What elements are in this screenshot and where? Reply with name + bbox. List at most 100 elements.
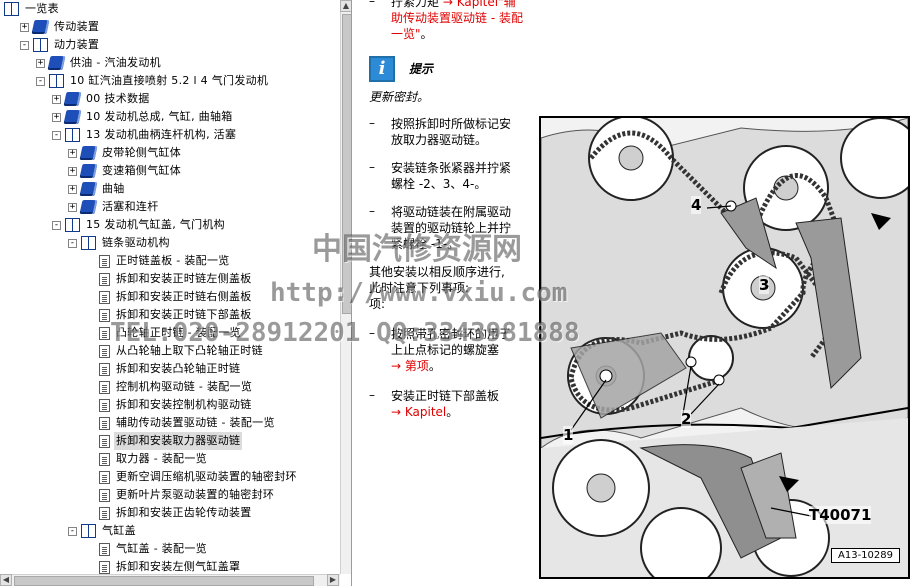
collapse-icon[interactable]: -	[52, 130, 61, 140]
expand-icon[interactable]: +	[68, 166, 77, 176]
expand-icon[interactable]: +	[52, 94, 61, 104]
document-page-icon	[99, 542, 110, 556]
tree-item[interactable]: 拆卸和安装控制机构驱动链	[84, 396, 254, 414]
collapse-icon[interactable]: -	[68, 238, 77, 248]
tree-item[interactable]: +00 技术数据	[52, 90, 152, 108]
scroll-up-arrow-icon[interactable]: ▲	[340, 0, 351, 12]
tree-item[interactable]: 从凸轮轴上取下凸轮轴正时链	[84, 342, 265, 360]
tree-item-label: 拆卸和安装正时链左侧盖板	[116, 272, 252, 285]
other-text-line1: 其他安装以相反顺序进行,	[369, 265, 505, 279]
closed-book-icon	[63, 92, 82, 106]
expand-icon[interactable]: +	[68, 202, 77, 212]
info-icon: i	[369, 56, 395, 82]
step-4-line2: 上止点标记的螺旋塞	[391, 343, 500, 357]
tree-item[interactable]: 拆卸和安装取力器驱动链	[84, 432, 243, 450]
tree-vertical-scrollbar[interactable]: ▲	[340, 0, 351, 574]
tree-item[interactable]: - 链条驱动机构	[68, 234, 172, 252]
document-page-icon	[99, 560, 110, 574]
tip-body: 更新密封。	[369, 90, 430, 104]
tree-item[interactable]: 更新空调压缩机驱动装置的轴密封环	[84, 468, 299, 486]
expand-icon[interactable]: +	[36, 58, 45, 68]
step-4-end: 。	[428, 359, 441, 373]
intro-link-line3-wrap: 一览"。	[391, 26, 433, 42]
open-book-icon	[81, 236, 96, 250]
tree-item-label: 控制机构驱动链 - 装配一览	[116, 380, 253, 393]
bullet-icon: –	[369, 204, 375, 218]
callout-2: 2	[681, 410, 692, 428]
step-2-line1: 安装链条张紧器并拧紧	[391, 161, 512, 175]
tree-item[interactable]: + 变速箱侧气缸体	[68, 162, 183, 180]
tree-item-label: 一览表	[25, 2, 59, 15]
collapse-icon[interactable]: -	[68, 526, 77, 536]
expand-icon[interactable]: +	[68, 148, 77, 158]
other-text-line3: 项:	[369, 297, 386, 311]
tree-item[interactable]: + 曲轴	[68, 180, 127, 198]
bullet-icon: –	[369, 0, 375, 8]
open-book-icon	[4, 2, 19, 16]
step-4-link[interactable]: → 第项	[391, 359, 429, 373]
tree-item[interactable]: 拆卸和安装正时链左侧盖板	[84, 270, 254, 288]
tree-item[interactable]: + 皮带轮侧气缸体	[68, 144, 183, 162]
scroll-right-arrow-icon[interactable]: ▶	[327, 574, 339, 586]
document-page-icon	[99, 308, 110, 322]
tree-item[interactable]: 更新叶片泵驱动装置的轴密封环	[84, 486, 276, 504]
step-5-link[interactable]: → Kapitel	[391, 405, 446, 419]
expand-icon[interactable]: +	[52, 112, 61, 122]
tree-item[interactable]: 凸轮轴正时链 - 装配一览	[84, 324, 243, 342]
document-page-icon	[99, 362, 110, 376]
tree-item[interactable]: 一览表	[4, 0, 61, 18]
document-page-icon	[99, 254, 110, 268]
tree-item[interactable]: - 动力装置	[20, 36, 101, 54]
closed-book-icon	[79, 200, 98, 214]
step-1-line1: 按照拆卸时所做标记安	[391, 117, 512, 131]
tree-horizontal-scroll-thumb[interactable]	[14, 576, 314, 586]
tree-item-label: 皮带轮侧气缸体	[102, 146, 182, 159]
callout-tool-t40071: T40071	[809, 506, 872, 524]
tree-item-label: 供油 - 汽油发动机	[70, 56, 161, 69]
tree-item[interactable]: - 气缸盖	[68, 522, 138, 540]
tree-item[interactable]: 拆卸和安装正时链右侧盖板	[84, 288, 254, 306]
tree-item[interactable]: + 传动装置	[20, 18, 101, 36]
tree-item[interactable]: + 供油 - 汽油发动机	[36, 54, 163, 72]
tree-item[interactable]: 控制机构驱动链 - 装配一览	[84, 378, 254, 396]
expand-icon[interactable]: +	[68, 184, 77, 194]
tree-item-label: 气缸盖	[102, 524, 136, 537]
intro-prefix-text: 拧紧力矩	[391, 0, 440, 9]
expand-icon[interactable]: +	[20, 22, 29, 32]
document-page-icon	[99, 470, 110, 484]
step-5-line1: 安装正时链下部盖板	[391, 389, 500, 403]
tree-item-label: 拆卸和安装正时链右侧盖板	[116, 290, 252, 303]
tree-item[interactable]: 正时链盖板 - 装配一览	[84, 252, 232, 270]
collapse-icon[interactable]: -	[20, 40, 29, 50]
tree-item[interactable]: 辅助传动装置驱动链 - 装配一览	[84, 414, 277, 432]
tree-item[interactable]: +10 发动机总成, 气缸, 曲轴箱	[52, 108, 235, 126]
tree-item[interactable]: 拆卸和安装凸轮轴正时链	[84, 360, 242, 378]
tree-item[interactable]: 取力器 - 装配一览	[84, 450, 209, 468]
tree-item[interactable]: - 10 缸汽油直接喷射 5.2 l 4 气门发动机	[36, 72, 270, 90]
tree-horizontal-scrollbar[interactable]: ◀ ▶	[0, 574, 340, 586]
tree-item[interactable]: 拆卸和安装正时链下部盖板	[84, 306, 254, 324]
document-page-icon	[99, 272, 110, 286]
intro-link-line2[interactable]: 助传动装置驱动链 - 装配	[391, 10, 523, 26]
tree-item[interactable]: 气缸盖 - 装配一览	[84, 540, 209, 558]
bullet-icon: –	[369, 388, 375, 402]
tree-vertical-scroll-thumb[interactable]	[342, 14, 351, 314]
intro-link-line3[interactable]: 一览"	[391, 27, 421, 41]
document-page-icon	[99, 434, 110, 448]
tree-item-label: 拆卸和安装取力器驱动链	[114, 432, 243, 450]
collapse-icon[interactable]: -	[52, 220, 61, 230]
tree-item[interactable]: 拆卸和安装左侧气缸盖罩	[84, 558, 242, 574]
tree-item[interactable]: - 15 发动机气缸盖, 气门机构	[52, 216, 227, 234]
scroll-left-arrow-icon[interactable]: ◀	[0, 574, 12, 586]
tree-item-label: 正时链盖板 - 装配一览	[116, 254, 230, 267]
tree-item[interactable]: + 活塞和连杆	[68, 198, 161, 216]
collapse-icon[interactable]: -	[36, 76, 45, 86]
tree-item-label: 曲轴	[102, 182, 125, 195]
intro-prefix: 拧紧力矩 → Kapitel"辅	[391, 0, 516, 10]
intro-link-line1[interactable]: → Kapitel"辅	[443, 0, 516, 9]
tree-item[interactable]: 拆卸和安装正齿轮传动装置	[84, 504, 254, 522]
tree-item-label: 10 缸汽油直接喷射 5.2 l 4 气门发动机	[70, 74, 269, 87]
navigation-tree[interactable]: 一览表 + 传动装置 - 动力装置 + 供油 - 汽油发动机 - 10 缸汽油直接喷射 5.2 …	[0, 0, 340, 574]
open-book-icon	[65, 218, 80, 232]
tree-item[interactable]: - 13 发动机曲柄连杆机构, 活塞	[52, 126, 238, 144]
